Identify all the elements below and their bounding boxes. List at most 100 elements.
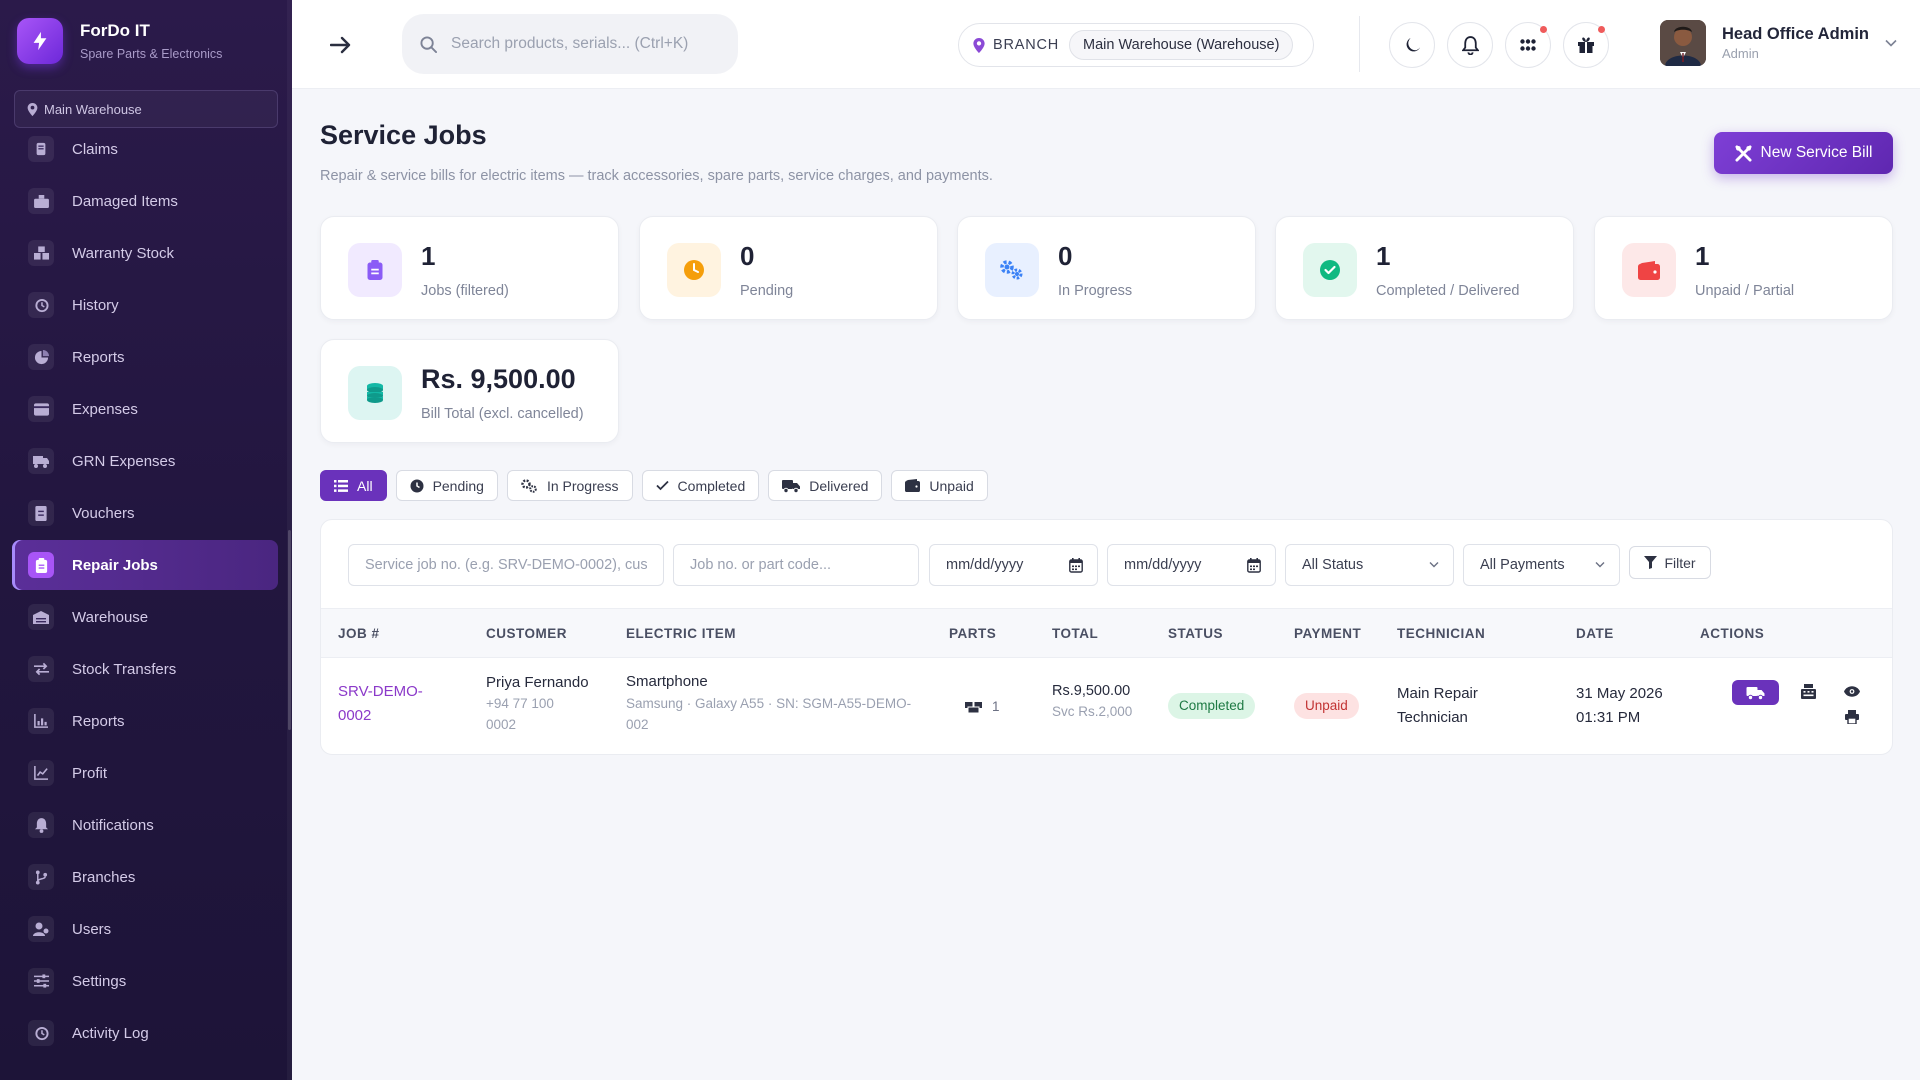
calendar-icon[interactable]	[1069, 558, 1083, 573]
notifications-button[interactable]	[1447, 22, 1493, 68]
tab-pending[interactable]: Pending	[395, 470, 498, 501]
damaged-items-icon	[28, 188, 54, 214]
search-icon	[420, 35, 437, 53]
sidebar-item-warranty-stock[interactable]: Warranty Stock	[12, 228, 278, 278]
status-select[interactable]: All Status	[1285, 544, 1454, 586]
tab-completed[interactable]: Completed	[641, 470, 760, 501]
branch-switcher[interactable]: BRANCH Main Warehouse (Warehouse)	[958, 23, 1314, 67]
apps-button[interactable]	[1505, 22, 1551, 68]
filter-button-label: Filter	[1664, 554, 1696, 571]
item-detail: Samsung · Galaxy A55 · SN: SGM-A55-DEMO-…	[626, 696, 912, 732]
current-branch-pill[interactable]: Main Warehouse	[14, 90, 278, 128]
cash-register-button[interactable]	[1801, 684, 1816, 704]
page-subtitle: Repair & service bills for electric item…	[320, 168, 993, 184]
job-part-search-field[interactable]	[673, 544, 919, 586]
sidebar-item-branches[interactable]: Branches	[12, 852, 278, 902]
date-to-field[interactable]: mm/dd/yyyy	[1107, 544, 1276, 586]
mark-delivered-button[interactable]	[1732, 680, 1779, 705]
column-header-date[interactable]: DATE	[1576, 626, 1614, 641]
sidebar-item-stock-transfers[interactable]: Stock Transfers	[12, 644, 278, 694]
bar-chart-icon	[28, 708, 54, 734]
global-search-input[interactable]	[451, 35, 711, 53]
tab-unpaid[interactable]: Unpaid	[891, 470, 988, 501]
branch-icon	[28, 864, 54, 890]
warranty-stock-icon	[28, 240, 54, 266]
sidebar-item-history[interactable]: History	[12, 280, 278, 330]
arrow-right-icon	[330, 36, 351, 54]
gifts-button[interactable]	[1563, 22, 1609, 68]
stat-label: Pending	[740, 283, 794, 299]
service-job-search-input[interactable]	[365, 557, 647, 573]
date-from-field[interactable]: mm/dd/yyyy	[929, 544, 1098, 586]
job-part-search-input[interactable]	[690, 557, 902, 573]
moon-icon	[1406, 37, 1420, 51]
list-icon	[334, 479, 348, 492]
tab-label: Pending	[432, 477, 484, 494]
tab-in-progress[interactable]: In Progress	[506, 470, 633, 501]
print-button[interactable]	[1845, 710, 1859, 729]
sidebar-item-notifications[interactable]: Notifications	[12, 800, 278, 850]
column-header-customer[interactable]: CUSTOMER	[486, 626, 567, 641]
sidebar-toggle-button[interactable]	[326, 30, 356, 60]
payment-select-value: All Payments	[1480, 557, 1565, 573]
sidebar-item-reports-2[interactable]: Reports	[12, 696, 278, 746]
sidebar-item-label: Settings	[72, 972, 127, 990]
column-header-total[interactable]: TOTAL	[1052, 626, 1098, 641]
filter-button[interactable]: Filter	[1629, 546, 1711, 579]
electric-item-cell: Smartphone Samsung · Galaxy A55 · SN: SG…	[626, 673, 911, 735]
truck-icon	[1746, 686, 1765, 700]
column-header-technician[interactable]: TECHNICIAN	[1397, 626, 1485, 641]
new-service-bill-button[interactable]: New Service Bill	[1714, 132, 1893, 174]
sidebar-item-reports[interactable]: Reports	[12, 332, 278, 382]
sidebar-item-label: Damaged Items	[72, 192, 178, 210]
sidebar-item-vouchers[interactable]: Vouchers	[12, 488, 278, 538]
sidebar-item-damaged-items[interactable]: Damaged Items	[12, 176, 278, 226]
theme-toggle-button[interactable]	[1389, 22, 1435, 68]
sidebar-item-activity-log[interactable]: Activity Log	[12, 1008, 278, 1058]
check-circle-icon	[1303, 243, 1357, 297]
column-header-payment[interactable]: PAYMENT	[1294, 626, 1361, 641]
job-time: 01:31 PM	[1576, 709, 1641, 726]
truck-icon	[782, 479, 801, 493]
column-header-status[interactable]: STATUS	[1168, 626, 1223, 641]
check-icon	[655, 480, 669, 491]
sidebar-item-repair-jobs[interactable]: Repair Jobs	[12, 540, 278, 590]
sidebar-item-settings[interactable]: Settings	[12, 956, 278, 1006]
voucher-icon	[28, 500, 54, 526]
sidebar-scrollbar[interactable]	[287, 0, 292, 1080]
clock-icon	[667, 243, 721, 297]
expenses-icon	[28, 396, 54, 422]
tab-all[interactable]: All	[320, 470, 387, 501]
service-job-search-field[interactable]	[348, 544, 664, 586]
column-header-electric-item[interactable]: ELECTRIC ITEM	[626, 626, 736, 641]
global-search[interactable]	[402, 14, 738, 74]
bell-icon	[28, 812, 54, 838]
total-amount: Rs.9,500.00	[1052, 683, 1131, 699]
user-menu[interactable]: Head Office Admin Admin	[1660, 20, 1897, 66]
job-number-link[interactable]: SRV-DEMO- 0002	[338, 680, 438, 728]
view-button[interactable]	[1844, 684, 1860, 702]
tab-delivered[interactable]: Delivered	[768, 470, 883, 501]
sidebar-item-label: GRN Expenses	[72, 452, 176, 470]
sidebar-item-profit[interactable]: Profit	[12, 748, 278, 798]
stat-value: 1	[421, 241, 436, 271]
printer-icon	[1845, 710, 1859, 725]
payment-cell: Unpaid	[1294, 693, 1359, 719]
brand[interactable]: ForDo IT Spare Parts & Electronics	[17, 18, 222, 64]
sidebar-item-users[interactable]: Users	[12, 904, 278, 954]
stat-label: In Progress	[1058, 283, 1133, 299]
column-header-parts[interactable]: PARTS	[949, 626, 996, 641]
payment-select[interactable]: All Payments	[1463, 544, 1620, 586]
table-row[interactable]: SRV-DEMO- 0002 Priya Fernando +94 77 100…	[321, 658, 1892, 754]
sidebar-item-claims[interactable]: Claims	[12, 124, 278, 174]
column-header-job[interactable]: JOB #	[338, 626, 380, 641]
branch-select[interactable]: Main Warehouse (Warehouse)	[1069, 30, 1294, 60]
calendar-icon[interactable]	[1247, 558, 1261, 573]
sidebar-nav: Claims Damaged Items Warranty Stock Hist…	[12, 124, 278, 1060]
current-branch-label: Main Warehouse	[44, 101, 142, 117]
history-icon	[28, 292, 54, 318]
coins-icon	[348, 366, 402, 420]
sidebar-item-warehouse[interactable]: Warehouse	[12, 592, 278, 642]
sidebar-item-grn-expenses[interactable]: GRN Expenses	[12, 436, 278, 486]
sidebar-item-expenses[interactable]: Expenses	[12, 384, 278, 434]
